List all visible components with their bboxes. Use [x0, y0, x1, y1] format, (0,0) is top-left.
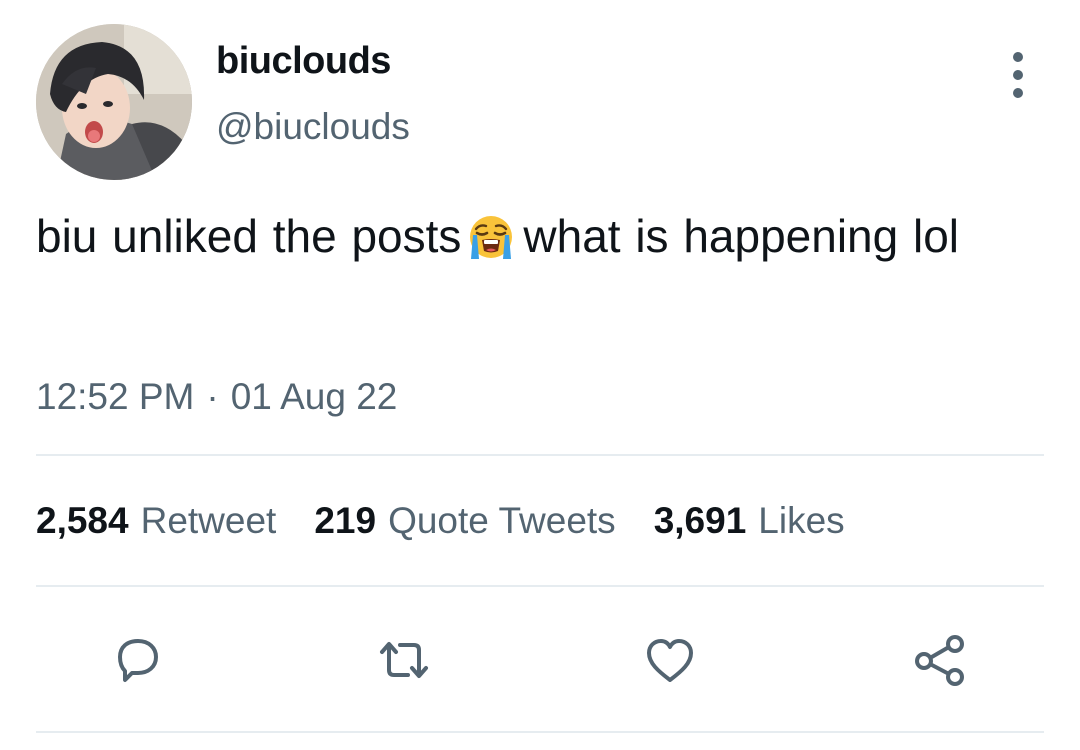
like-button[interactable]: [638, 628, 702, 692]
likes-stat[interactable]: 3,691 Likes: [654, 500, 845, 542]
author-handle[interactable]: @biuclouds: [216, 106, 410, 148]
retweets-count: 2,584: [36, 500, 129, 541]
quote-tweets-count: 219: [314, 500, 377, 541]
reply-icon: [118, 639, 158, 682]
tweet-stats: 2,584 Retweet 219 Quote Tweets 3,691 Lik…: [36, 500, 845, 542]
divider: [36, 585, 1044, 587]
loudly-crying-face-emoji-icon: [467, 213, 515, 261]
retweet-button[interactable]: [372, 628, 436, 692]
more-dot: [1013, 88, 1023, 98]
more-dot: [1013, 70, 1023, 80]
quote-tweets-label: Quote Tweets: [388, 500, 616, 541]
avatar-photo: [36, 24, 192, 180]
tweet-date: 01 Aug 22: [230, 376, 398, 417]
tweet-time: 12:52 PM: [36, 376, 195, 417]
reply-button[interactable]: [106, 628, 170, 692]
avatar[interactable]: [36, 24, 192, 180]
author-display-name[interactable]: biuclouds: [216, 40, 391, 83]
timestamp-separator: ·: [206, 376, 219, 417]
tweet-text: biu unliked the posts what is happening …: [36, 208, 1036, 264]
share-button[interactable]: [908, 628, 972, 692]
likes-label: Likes: [758, 500, 845, 541]
likes-count: 3,691: [653, 500, 747, 541]
heart-icon: [647, 639, 693, 682]
more-options-icon[interactable]: [1000, 52, 1036, 98]
retweets-label: Retweet: [140, 500, 277, 541]
retweets-stat[interactable]: 2,584 Retweet: [36, 500, 276, 542]
divider: [36, 731, 1044, 733]
more-dot: [1013, 52, 1023, 62]
divider: [36, 454, 1044, 456]
retweet-icon: [380, 642, 428, 678]
share-icon: [915, 635, 964, 686]
tweet-timestamp[interactable]: 12:52 PM · 01 Aug 22: [36, 376, 397, 418]
tweet-detail: biuclouds @biuclouds biu unliked the pos…: [0, 0, 1080, 750]
quote-tweets-stat[interactable]: 219 Quote Tweets: [314, 500, 615, 542]
tweet-text-part-2: what is happening lol: [523, 210, 960, 262]
tweet-text-part-1: biu unliked the posts: [36, 210, 462, 262]
